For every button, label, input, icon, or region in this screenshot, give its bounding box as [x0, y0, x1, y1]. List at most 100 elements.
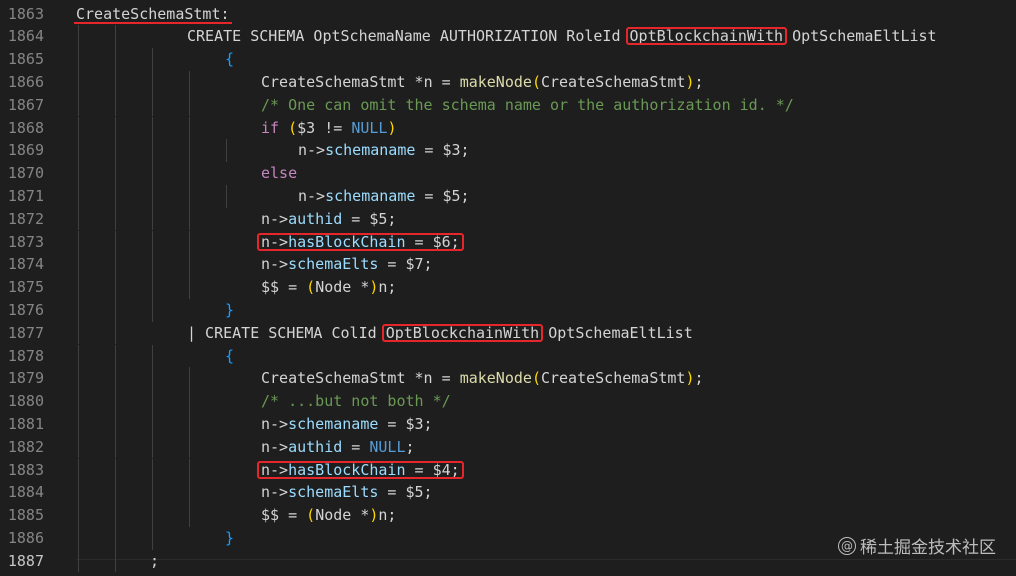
indent-guide [78, 276, 79, 299]
line-number: 1875 [7, 278, 44, 297]
code-token: authid [288, 209, 343, 228]
line-number: 1880 [7, 392, 44, 411]
line-number: 1883 [7, 460, 44, 479]
code-token: ( [531, 72, 541, 91]
indent-guide [115, 526, 116, 550]
indent-guide [189, 481, 190, 505]
code-token: $$ = [261, 278, 307, 297]
indent-guide [152, 458, 153, 482]
indent-guide [152, 139, 153, 163]
line-number: 1885 [7, 506, 44, 525]
code-line[interactable]: 1874 n->schemaElts = $7; [0, 253, 1016, 277]
code-line[interactable]: 1868 if ($3 != NULL) [0, 116, 1016, 140]
indent-guide [78, 390, 79, 413]
code-text: n->schemaElts = $7; [261, 253, 433, 276]
code-token: n; [378, 506, 397, 525]
code-token: n = [423, 72, 460, 91]
line-number: 1871 [7, 186, 44, 205]
code-line[interactable]: 1867 /* One can omit the schema name or t… [0, 93, 1016, 117]
code-text: CreateSchemaStmt *n = makeNode(CreateSch… [261, 71, 704, 94]
indent-guide [115, 139, 116, 163]
indent-guide [189, 390, 190, 413]
indent-guide [78, 321, 79, 345]
indent-guide [115, 48, 116, 71]
indent-guide [152, 367, 153, 391]
code-line[interactable]: 1872 n->authid = $5; [0, 207, 1016, 231]
indent-guide [115, 458, 116, 482]
indent-guide [152, 481, 153, 505]
code-token: OptBlockchainWith [629, 27, 784, 46]
code-text: n->schemaname = $3; [298, 139, 470, 162]
code-line[interactable]: 1864 CREATE SCHEMA OptSchemaName AUTHORIZ… [0, 25, 1016, 49]
indent-guide [78, 367, 79, 391]
code-line[interactable]: 1871 n->schemaname = $5; [0, 184, 1016, 208]
code-line[interactable]: 1881 n->schemaname = $3; [0, 412, 1016, 436]
line-number: 1884 [7, 483, 44, 502]
code-token: makeNode [459, 369, 532, 388]
code-editor[interactable]: 1863 CreateSchemaStmt: 1864 CREATE SCHEMA O… [0, 0, 1016, 576]
code-token: /* One can omit the schema name or the a… [261, 95, 794, 114]
code-token: n-> [261, 437, 289, 456]
code-token: n-> [261, 255, 289, 274]
code-line[interactable]: 1870 else [0, 162, 1016, 185]
code-token: n-> [261, 209, 289, 228]
indent-guide [78, 344, 79, 368]
indent-guide [189, 116, 190, 140]
code-token: Node * [315, 278, 370, 297]
code-line[interactable]: 1885 $$ = (Node *)n; [0, 504, 1016, 527]
indent-guide [115, 298, 116, 322]
code-token: ( [306, 506, 316, 525]
indent-guide [189, 367, 190, 391]
code-text: | CREATE SCHEMA ColId OptBlockchainWith … [187, 322, 693, 345]
code-line[interactable]: 1878 { [0, 344, 1016, 368]
indent-guide [78, 116, 79, 140]
code-token: ; [694, 72, 704, 91]
code-line[interactable]: 1873 n->hasBlockChain = $6; [0, 230, 1016, 254]
code-line[interactable]: 1866 CreateSchemaStmt *n = makeNode(Creat… [0, 70, 1016, 94]
code-line[interactable]: 1883 n->hasBlockChain = $4; [0, 458, 1016, 482]
code-token: n-> [261, 483, 289, 502]
code-line[interactable]: 1884 n->schemaElts = $5; [0, 481, 1016, 505]
indent-guide [189, 184, 190, 208]
indent-guide [115, 435, 116, 459]
code-text: } [225, 299, 234, 322]
code-text: n->hasBlockChain = $6; [261, 231, 460, 254]
line-number: 1886 [7, 528, 44, 547]
indent-guide [115, 504, 116, 527]
code-line[interactable]: 1877 | CREATE SCHEMA ColId OptBlockchainW… [0, 321, 1016, 345]
indent-guide [78, 458, 79, 482]
line-number: 1864 [7, 27, 44, 46]
code-token: CreateSchemaStmt [540, 369, 686, 388]
code-token: OptBlockchainWith [385, 323, 540, 342]
indent-guide [152, 526, 153, 550]
code-line[interactable]: 1875 $$ = (Node *)n; [0, 276, 1016, 299]
code-text: /* ...but not both */ [261, 390, 451, 413]
code-line[interactable]: 1876} [0, 298, 1016, 322]
indent-guide [78, 435, 79, 459]
code-token: ) [387, 118, 397, 137]
code-token: = $6; [405, 232, 460, 251]
code-line[interactable]: 1879 CreateSchemaStmt *n = makeNode(Creat… [0, 367, 1016, 391]
code-line[interactable]: 1865 { [0, 48, 1016, 71]
indent-guide [115, 549, 116, 573]
code-token: ; [694, 369, 704, 388]
line-number: 1867 [7, 95, 44, 114]
code-token: OptSchemaEltList [539, 323, 693, 342]
code-token: ; [150, 551, 160, 570]
code-line[interactable]: 1882 n->authid = NULL; [0, 435, 1016, 459]
indent-guide [78, 412, 79, 436]
line-number: 1872 [7, 209, 44, 228]
code-token: n-> [261, 232, 289, 251]
code-text: { [225, 48, 234, 71]
code-token: = $7; [378, 255, 433, 274]
code-line[interactable]: 1880 /* ...but not both */ [0, 390, 1016, 413]
code-token: /* ...but not both */ [261, 392, 451, 411]
watermark-text: 稀土掘金技术社区 [860, 538, 996, 558]
indent-guide [189, 504, 190, 527]
code-token: n-> [261, 414, 289, 433]
code-token: makeNode [459, 72, 532, 91]
indent-guide [152, 344, 153, 368]
code-line[interactable]: 1869 n->schemaname = $3; [0, 139, 1016, 163]
indent-guide [115, 116, 116, 140]
code-token: hasBlockChain [288, 460, 406, 479]
